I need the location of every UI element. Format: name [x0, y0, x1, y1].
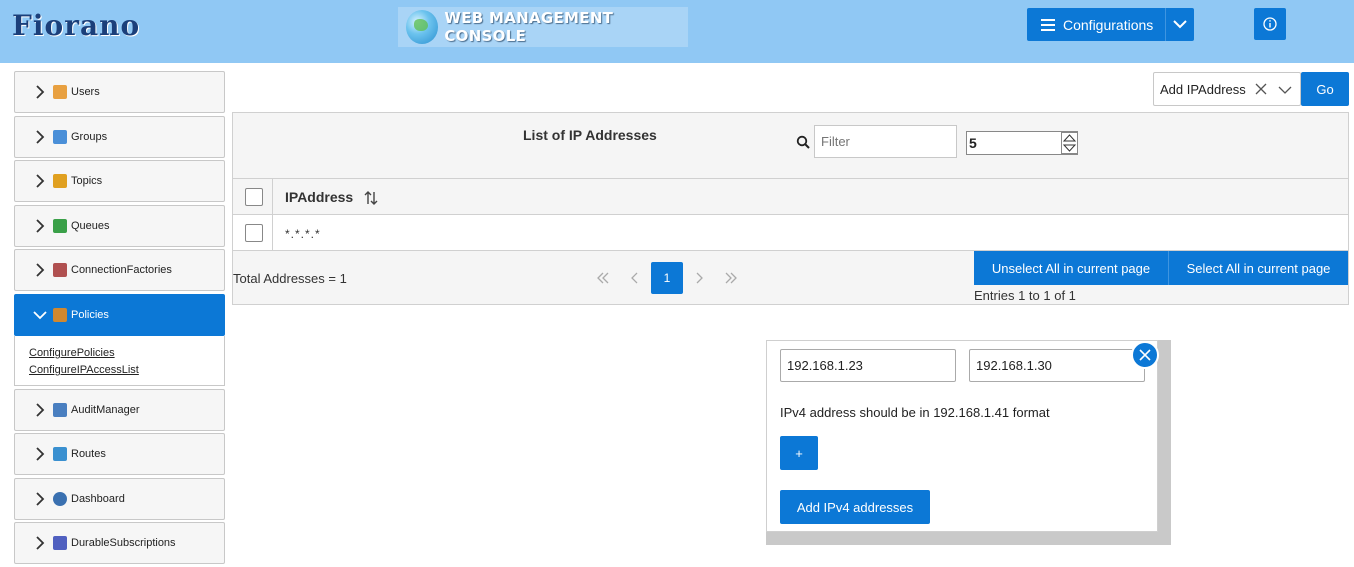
ip-address-cell: *.*.*.* — [285, 227, 321, 241]
chevron-right-icon — [36, 129, 45, 144]
chevron-right-icon — [36, 219, 45, 233]
rows-per-page-value: 5 — [969, 135, 977, 151]
last-page-button[interactable] — [715, 262, 747, 294]
chevron-down-icon[interactable] — [1278, 83, 1292, 97]
sidebar-item-label: Groups — [71, 130, 108, 143]
first-page-button[interactable] — [587, 262, 619, 294]
action-select-value: Add IPAddress — [1160, 81, 1246, 97]
chevron-right-icon — [696, 272, 703, 284]
configure-ip-access-list-link[interactable]: ConfigureIPAccessList — [29, 362, 224, 379]
dashboard-icon — [53, 491, 67, 506]
sidebar-item-topics[interactable]: Topics — [14, 160, 225, 203]
topic-icon — [53, 174, 67, 189]
user-icon — [53, 85, 67, 99]
sort-icon[interactable] — [363, 190, 379, 206]
table-header: IPAddress — [233, 178, 1348, 215]
select-all-checkbox[interactable] — [245, 188, 263, 206]
close-popup-button[interactable] — [1131, 341, 1159, 369]
search-icon — [796, 135, 810, 149]
chevron-down-icon[interactable] — [1172, 16, 1188, 32]
spinner-icon[interactable] — [1061, 132, 1078, 154]
page-1-button[interactable]: 1 — [651, 262, 683, 294]
globe-icon — [406, 10, 439, 44]
console-banner: WEB MANAGEMENT CONSOLE — [398, 7, 688, 47]
filter-input[interactable] — [814, 125, 957, 158]
sidebar-item-groups[interactable]: Groups — [14, 115, 225, 158]
chevron-right-icon — [36, 536, 45, 550]
format-hint: IPv4 address should be in 192.168.1.41 f… — [780, 405, 1050, 420]
configure-policies-link[interactable]: ConfigurePolicies — [29, 345, 224, 362]
chevron-left-icon — [631, 272, 638, 284]
total-addresses: Total Addresses = 1 — [233, 271, 347, 286]
row-checkbox[interactable] — [245, 224, 263, 242]
policies-submenu: ConfigurePolicies ConfigureIPAccessList — [14, 335, 225, 386]
policy-icon — [53, 307, 67, 322]
select-all-button[interactable]: Select All in current page — [1168, 251, 1348, 285]
sidebar-item-policies[interactable]: Policies — [14, 293, 225, 336]
next-page-button[interactable] — [683, 262, 715, 294]
clear-icon[interactable] — [1254, 82, 1268, 96]
chevron-right-icon — [36, 402, 45, 417]
info-button[interactable] — [1254, 8, 1286, 40]
paginator: 1 — [587, 262, 747, 294]
queue-icon — [53, 218, 67, 233]
sidebar-item-label: ConnectionFactories — [71, 264, 172, 277]
chevron-right-icon — [36, 447, 45, 461]
info-icon — [1263, 17, 1277, 31]
chevron-right-icon — [36, 263, 45, 278]
table-row[interactable]: *.*.*.* — [233, 215, 1348, 251]
chevron-right-icon — [36, 174, 45, 188]
chevron-right-icon — [36, 85, 45, 99]
durable-subscription-icon — [53, 536, 67, 551]
sidebar-item-label: DurableSubscriptions — [71, 537, 176, 550]
add-row-button[interactable]: + — [780, 436, 818, 470]
double-chevron-right-icon — [725, 272, 737, 284]
rows-per-page-input[interactable]: 5 — [966, 131, 1078, 155]
app-header: Fiorano WEB MANAGEMENT CONSOLE Configura… — [0, 0, 1354, 63]
action-select[interactable]: Add IPAddress — [1153, 72, 1301, 106]
prev-page-button[interactable] — [619, 262, 651, 294]
sidebar-item-auditmanager[interactable]: AuditManager — [14, 388, 225, 431]
double-chevron-left-icon — [597, 272, 609, 284]
sidebar-item-queues[interactable]: Queues — [14, 204, 225, 247]
add-ip-popup: 192.168.1.23 192.168.1.30 IPv4 address s… — [766, 340, 1159, 532]
add-ipv4-addresses-button[interactable]: Add IPv4 addresses — [780, 490, 930, 524]
sidebar-item-label: Queues — [71, 219, 110, 232]
sidebar-item-label: Dashboard — [71, 492, 125, 505]
console-title: WEB MANAGEMENT CONSOLE — [444, 9, 614, 45]
panel-title: List of IP Addresses — [523, 127, 657, 143]
sidebar-item-durablesubscriptions[interactable]: DurableSubscriptions — [14, 522, 225, 565]
chevron-down-icon — [33, 311, 47, 320]
sidebar-item-dashboard[interactable]: Dashboard — [14, 477, 225, 520]
chevron-right-icon — [36, 492, 45, 506]
sidebar-item-label: Topics — [71, 175, 103, 188]
list-icon — [1041, 18, 1055, 31]
sidebar-item-label: Users — [71, 86, 100, 98]
audit-icon — [53, 402, 67, 417]
sidebar-item-connectionfactories[interactable]: ConnectionFactories — [14, 249, 225, 292]
sidebar-item-routes[interactable]: Routes — [14, 433, 225, 476]
sidebar: Users Groups Topics Queues ConnectionFac… — [14, 71, 225, 567]
route-icon — [53, 447, 67, 462]
configurations-button[interactable]: Configurations — [1027, 8, 1194, 41]
sidebar-item-label: Policies — [71, 308, 109, 321]
configurations-label: Configurations — [1063, 16, 1154, 33]
connection-factory-icon — [53, 263, 67, 278]
column-header-ipaddress[interactable]: IPAddress — [285, 189, 353, 205]
close-icon — [1139, 349, 1151, 361]
sidebar-item-users[interactable]: Users — [14, 71, 225, 113]
sidebar-item-label: Routes — [71, 448, 106, 461]
end-ip-input[interactable]: 192.168.1.30 — [969, 349, 1145, 382]
go-button[interactable]: Go — [1301, 72, 1349, 106]
sidebar-item-label: AuditManager — [71, 403, 140, 416]
start-ip-input[interactable]: 192.168.1.23 — [780, 349, 956, 382]
unselect-all-button[interactable]: Unselect All in current page — [974, 251, 1168, 285]
fiorano-logo: Fiorano — [12, 9, 141, 42]
ip-list-panel: List of IP Addresses 5 IPAddress *.*.*.*… — [232, 112, 1349, 305]
entries-info: Entries 1 to 1 of 1 — [974, 288, 1076, 303]
group-icon — [53, 129, 67, 144]
